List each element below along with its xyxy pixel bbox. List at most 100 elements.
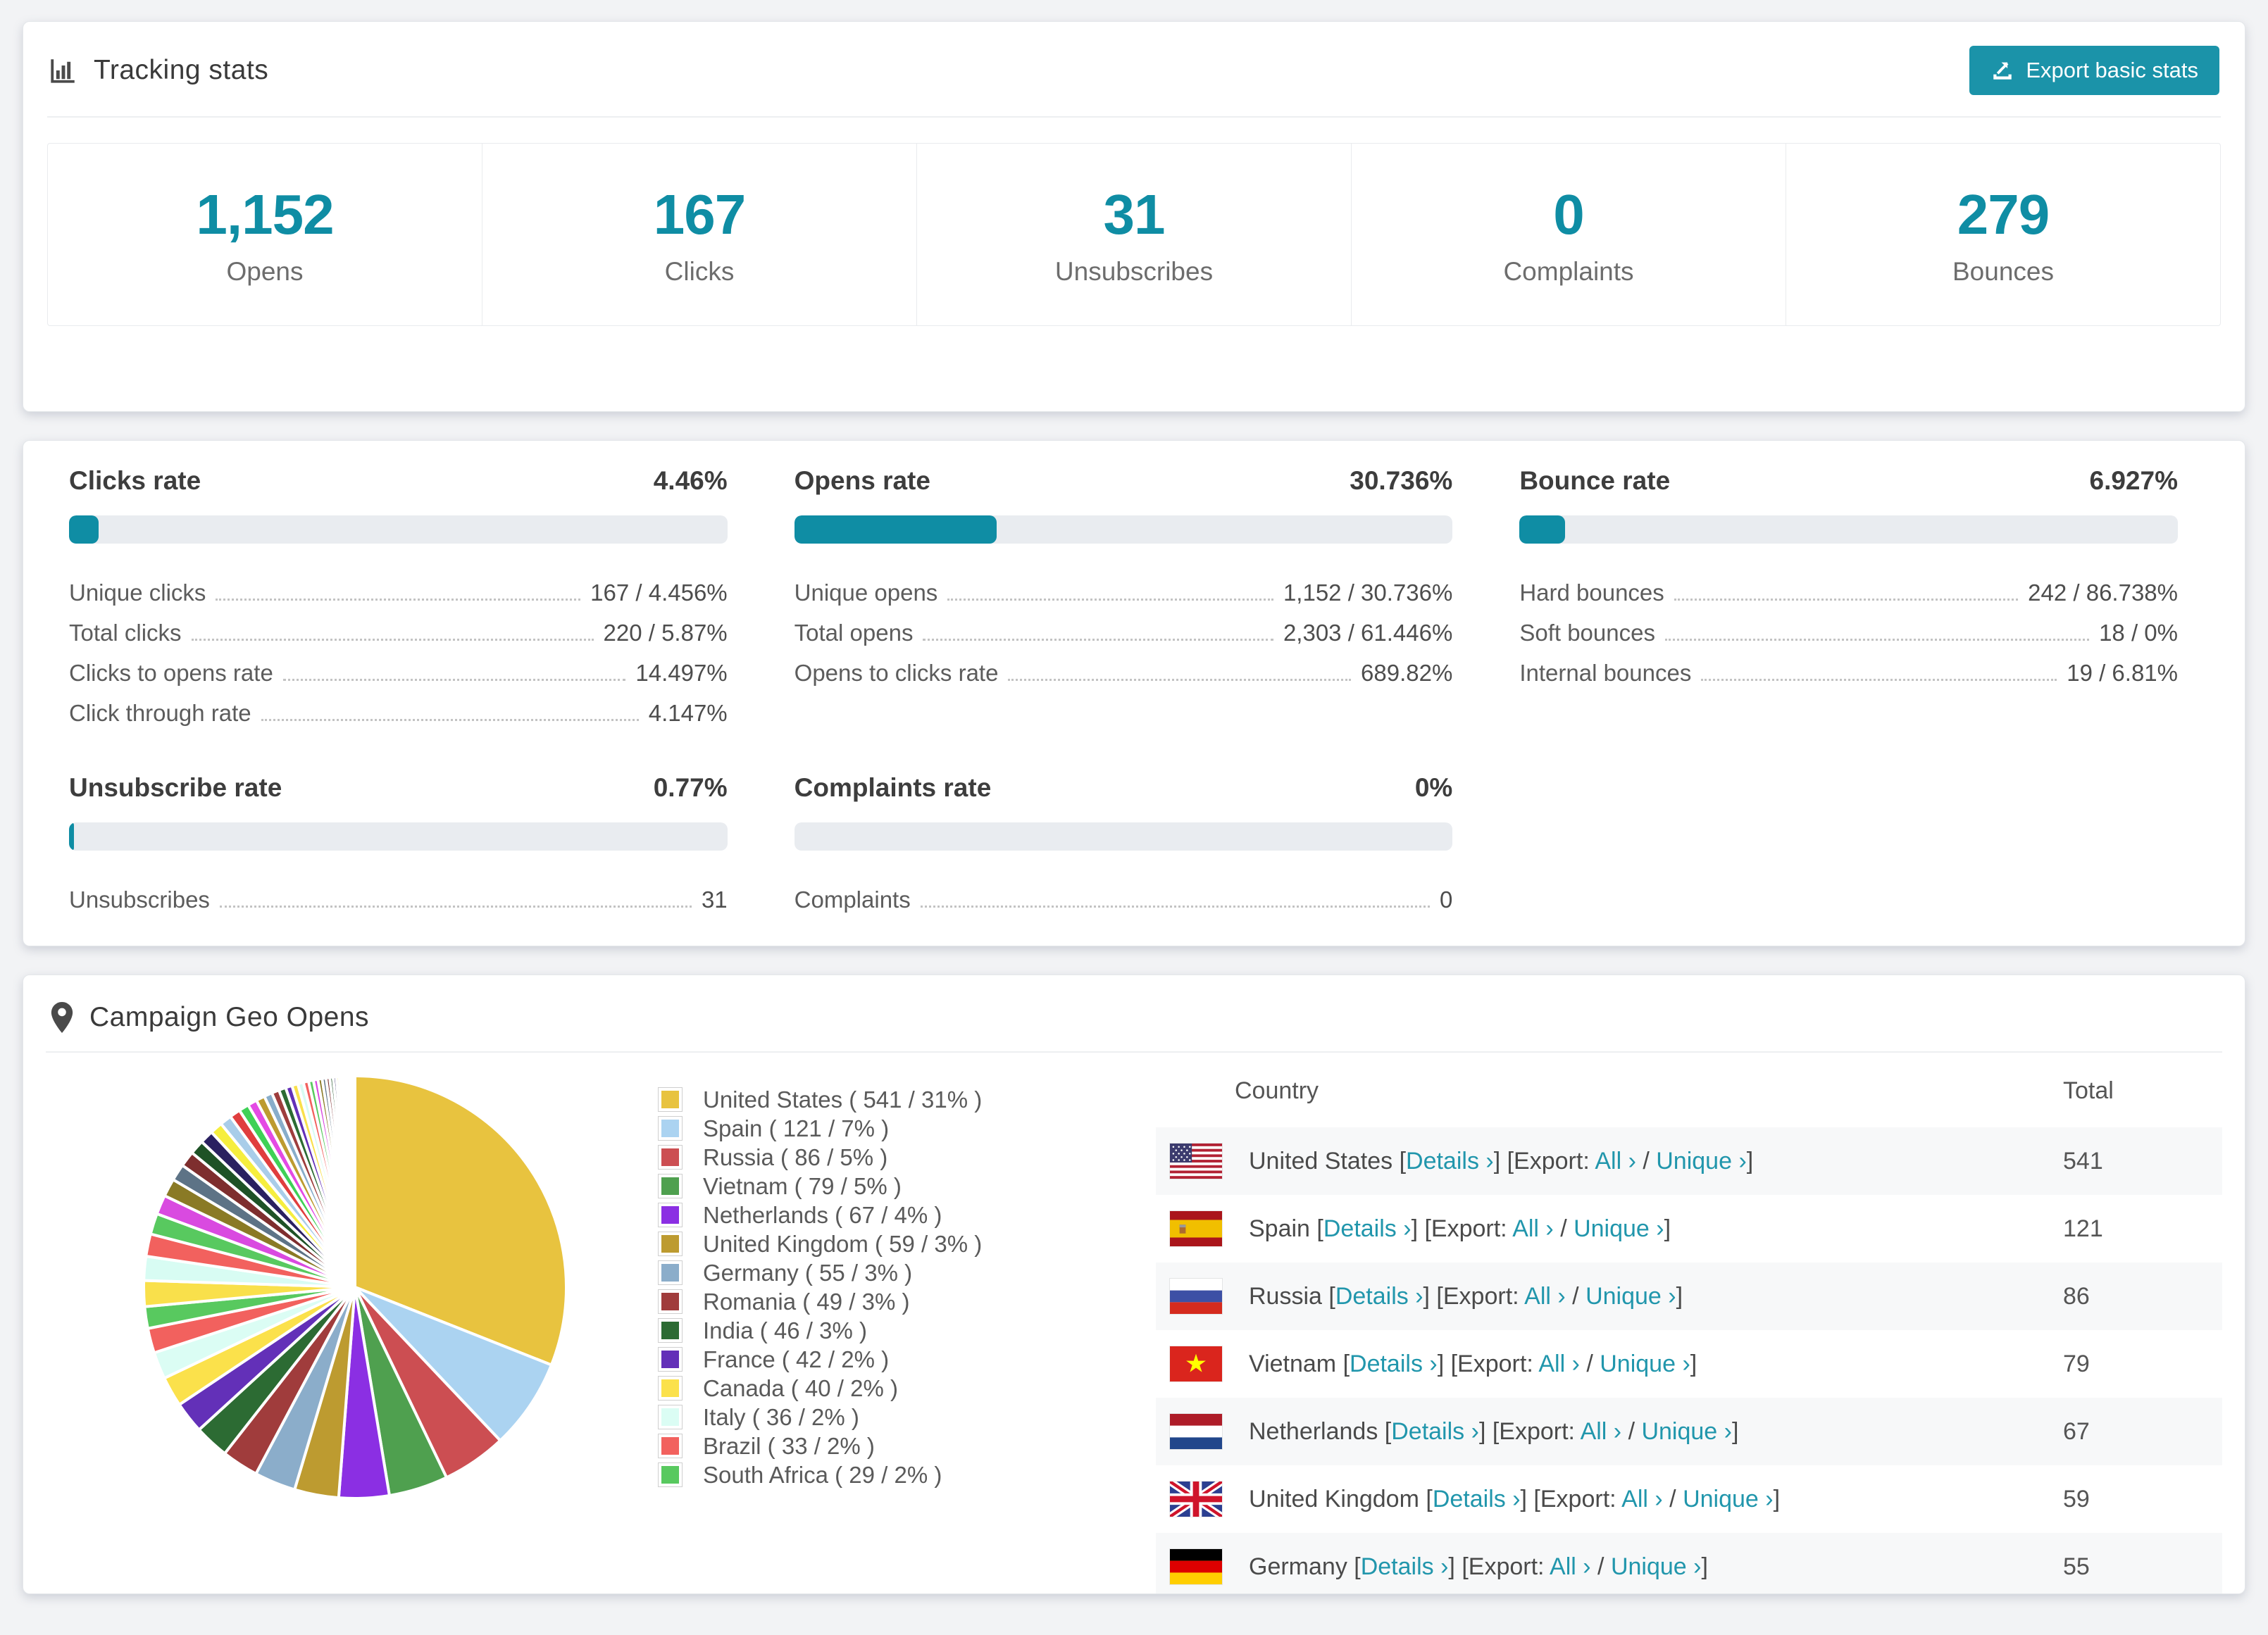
rate-value: 6.927% <box>2089 466 2179 495</box>
legend-swatch <box>659 1348 682 1371</box>
rate-detail-value: 1,152 / 30.736% <box>1283 580 1453 606</box>
rate-title: Complaints rate <box>794 773 992 802</box>
stat-value: 1,152 <box>196 183 334 246</box>
export-unique-link-netherlands[interactable]: Unique › <box>1641 1418 1732 1445</box>
stat-box-clicks: 167 Clicks <box>482 144 917 325</box>
stat-label: Clicks <box>664 257 735 286</box>
export-unique-link-spain[interactable]: Unique › <box>1574 1215 1664 1242</box>
export-unique-link-germany[interactable]: Unique › <box>1611 1553 1702 1580</box>
dotted-leader <box>1674 599 2019 601</box>
details-link-united-states[interactable]: Details › <box>1406 1148 1494 1174</box>
export-all-link-russia[interactable]: All › <box>1524 1283 1566 1310</box>
export-all-link-spain[interactable]: All › <box>1512 1215 1554 1242</box>
legend-item-netherlands: Netherlands ( 67 / 4% ) <box>659 1201 1156 1229</box>
legend-item-united-states: United States ( 541 / 31% ) <box>659 1085 1156 1114</box>
map-marker-icon <box>50 1002 74 1033</box>
stat-box-complaints: 0 Complaints <box>1352 144 1786 325</box>
legend-item-india: India ( 46 / 3% ) <box>659 1316 1156 1345</box>
legend-label: Netherlands ( 67 / 4% ) <box>703 1201 942 1228</box>
stat-value: 167 <box>653 183 746 246</box>
export-unique-link-vietnam[interactable]: Unique › <box>1600 1351 1690 1377</box>
rate-detail-value: 220 / 5.87% <box>603 620 728 646</box>
export-all-link-united-states[interactable]: All › <box>1595 1148 1636 1174</box>
total-cell: 541 <box>2063 1147 2103 1174</box>
rate-detail-label: Hard bounces <box>1519 580 1664 606</box>
geo-title: Campaign Geo Opens <box>89 1002 370 1032</box>
rate-detail-label: Click through rate <box>69 700 251 726</box>
stat-label: Complaints <box>1503 257 1634 286</box>
pie-slice-other-37[interactable] <box>351 1074 356 1289</box>
rate-value: 0% <box>1414 773 1453 802</box>
country-name: Spain <box>1249 1215 1317 1242</box>
details-link-spain[interactable]: Details › <box>1323 1215 1412 1242</box>
rate-title: Clicks rate <box>69 466 201 495</box>
rate-title: Bounce rate <box>1519 466 1671 495</box>
dotted-leader <box>1701 679 2057 681</box>
rate-detail-row: Unsubscribes 31 <box>69 875 728 915</box>
export-unique-link-united-states[interactable]: Unique › <box>1656 1148 1747 1174</box>
legend-swatch <box>659 1117 682 1140</box>
details-link-vietnam[interactable]: Details › <box>1350 1351 1438 1377</box>
legend-swatch <box>659 1405 682 1429</box>
stat-value: 31 <box>1103 183 1166 246</box>
rate-detail-rows: Unique clicks 167 / 4.456% Total clicks 220… <box>69 568 728 728</box>
tracking-stats-header: Tracking stats Export basic stats <box>47 22 2221 118</box>
legend-label: United States ( 541 / 31% ) <box>703 1086 983 1113</box>
country-name: United States <box>1249 1147 1400 1174</box>
pie-chart-svg <box>142 1074 568 1500</box>
export-unique-link-russia[interactable]: Unique › <box>1585 1283 1676 1310</box>
progress-bar-fill <box>1519 515 1566 544</box>
rate-panel-header: Unsubscribe rate 0.77% <box>69 773 728 803</box>
country-cell: United States [Details ›] [Export: All ›… <box>1249 1147 1754 1174</box>
details-link-germany[interactable]: Details › <box>1361 1553 1449 1580</box>
stat-value: 279 <box>1957 183 2050 246</box>
rate-detail-row: Unique clicks 167 / 4.456% <box>69 568 728 608</box>
export-all-link-germany[interactable]: All › <box>1550 1553 1591 1580</box>
legend-label: France ( 42 / 2% ) <box>703 1346 890 1372</box>
total-cell: 67 <box>2063 1417 2090 1445</box>
legend-item-vietnam: Vietnam ( 79 / 5% ) <box>659 1172 1156 1201</box>
rate-panel-header: Opens rate 30.736% <box>795 466 1453 496</box>
rate-panel-clicks-rate: Clicks rate 4.46% Unique clicks 167 / 4.456… <box>69 466 728 728</box>
geo-table-rows: United States [Details ›] [Export: All ›… <box>1156 1127 2222 1593</box>
stat-label: Opens <box>226 257 304 286</box>
rate-panel-complaints-rate: Complaints rate 0% Complaints 0 <box>794 773 1453 915</box>
dotted-leader <box>923 639 1273 641</box>
progress-bar-fill <box>69 822 75 851</box>
rate-panel-header: Clicks rate 4.46% <box>69 466 728 496</box>
country-name: Russia <box>1249 1282 1329 1310</box>
legend-swatch <box>659 1290 682 1313</box>
country-cell: Germany [Details ›] [Export: All › / Uni… <box>1249 1553 1708 1580</box>
rate-panel-bounce-rate: Bounce rate 6.927% Hard bounces 242 / 86.73… <box>1519 466 2178 728</box>
geo-body: United States ( 541 / 31% ) Spain ( 121 /… <box>46 1053 2222 1593</box>
export-all-link-united-kingdom[interactable]: All › <box>1621 1486 1663 1512</box>
dotted-leader <box>282 679 626 681</box>
gb-flag-icon <box>1170 1481 1222 1517</box>
legend-label: Canada ( 40 / 2% ) <box>703 1374 898 1401</box>
country-cell: United Kingdom [Details ›] [Export: All … <box>1249 1485 1781 1512</box>
legend-swatch <box>659 1174 682 1198</box>
dotted-leader <box>261 719 639 721</box>
export-all-link-netherlands[interactable]: All › <box>1581 1418 1622 1445</box>
country-name: United Kingdom <box>1249 1485 1426 1512</box>
total-cell: 79 <box>2063 1350 2090 1377</box>
details-link-united-kingdom[interactable]: Details › <box>1433 1486 1521 1512</box>
bar-chart-icon <box>49 56 78 85</box>
legend-swatch <box>659 1203 682 1227</box>
rate-detail-row: Complaints 0 <box>795 875 1453 915</box>
geo-table-row-united-kingdom: United Kingdom [Details ›] [Export: All … <box>1156 1465 2222 1533</box>
rate-detail-value: 242 / 86.738% <box>2028 580 2178 606</box>
legend-item-germany: Germany ( 55 / 3% ) <box>659 1258 1156 1287</box>
legend-label: India ( 46 / 3% ) <box>703 1317 867 1343</box>
geo-table-row-netherlands: Netherlands [Details ›] [Export: All › /… <box>1156 1398 2222 1465</box>
export-unique-link-united-kingdom[interactable]: Unique › <box>1683 1486 1774 1512</box>
legend-swatch <box>659 1463 682 1486</box>
legend-label: Brazil ( 33 / 2% ) <box>703 1432 875 1459</box>
geo-pie-chart <box>46 1053 659 1593</box>
details-link-netherlands[interactable]: Details › <box>1391 1418 1479 1445</box>
rate-detail-value: 2,303 / 61.446% <box>1283 620 1453 646</box>
details-link-russia[interactable]: Details › <box>1335 1283 1423 1310</box>
dotted-leader <box>1664 639 2090 641</box>
export-basic-stats-button[interactable]: Export basic stats <box>1969 46 2219 95</box>
export-all-link-vietnam[interactable]: All › <box>1538 1351 1580 1377</box>
